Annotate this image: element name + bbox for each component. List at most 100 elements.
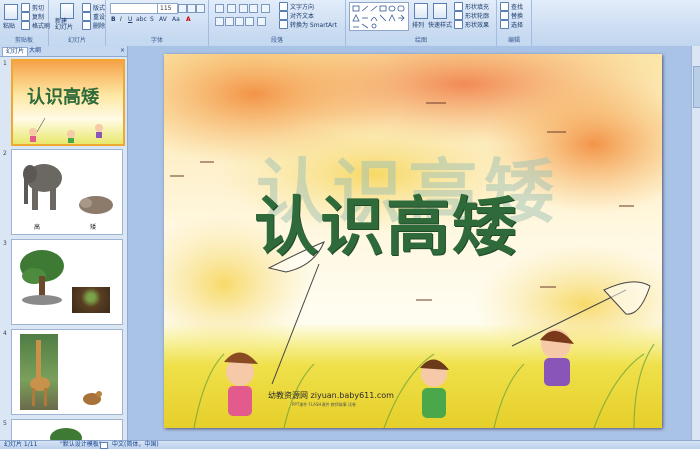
- shape-fill-button[interactable]: 形状填充: [454, 2, 489, 11]
- slide-number: 2: [3, 150, 7, 157]
- outline-icon: [454, 11, 463, 20]
- find-button[interactable]: 查找: [500, 2, 523, 11]
- paste-button[interactable]: 粘贴: [3, 21, 15, 30]
- watermark-text: 幼教资源网 ziyuan.baby611.com: [268, 391, 394, 400]
- hamster-icon: [79, 196, 113, 214]
- slide-thumbnail-4[interactable]: [11, 329, 123, 415]
- bold-button[interactable]: B: [111, 16, 116, 23]
- format-painter-button[interactable]: 格式刷: [21, 21, 50, 30]
- font-label: 字体: [106, 37, 208, 45]
- arrange-icon[interactable]: [414, 3, 428, 19]
- align-right-icon[interactable]: [235, 17, 244, 26]
- current-slide[interactable]: 认识高矮 认识高矮 幼教资源网 ziyuan.baby611.com PPT课件…: [164, 54, 662, 428]
- align-text-icon: [279, 11, 288, 20]
- align-center-icon[interactable]: [225, 17, 234, 26]
- delete-button[interactable]: 删除: [82, 21, 105, 30]
- brush-icon: [21, 21, 30, 30]
- slide-thumbnail-1[interactable]: 认识高矮: [11, 59, 125, 146]
- decrease-indent-icon[interactable]: [239, 4, 248, 13]
- font-color-button[interactable]: A: [186, 16, 191, 23]
- clipboard-group: 粘贴 剪切 复制 格式刷 剪贴板: [0, 0, 50, 46]
- elephant-icon: [23, 164, 62, 210]
- replace-icon: [500, 11, 509, 20]
- shape-effects-button[interactable]: 形状效果: [454, 20, 489, 29]
- thumb-title: 认识高矮: [27, 87, 99, 108]
- quick-styles-button[interactable]: 快速样式: [428, 20, 452, 29]
- text-direction-icon: [279, 2, 288, 11]
- spelling-icon[interactable]: [100, 442, 108, 449]
- shrink-font-icon[interactable]: [187, 4, 196, 13]
- columns-icon[interactable]: [257, 17, 266, 26]
- bullets-icon[interactable]: [215, 4, 224, 13]
- slides-panel: 幻灯片 大纲 × 1 认识高矮 2 高 矮 3 4 5: [0, 46, 128, 443]
- shapes-icon: [352, 5, 405, 29]
- drawing-group: 排列 快速样式 形状填充 形状轮廓 形状效果 绘图: [346, 0, 497, 46]
- smartart-icon: [279, 20, 288, 29]
- binoculars-icon: [500, 2, 509, 11]
- tab-slides[interactable]: 幻灯片: [2, 47, 29, 56]
- slide-thumbnail-2[interactable]: 高 矮: [11, 149, 123, 235]
- editing-group: 查找 替换 选择 编辑: [497, 0, 532, 46]
- watermark-subtext: PPT课件 FLASH课件 教师故事 试卷: [292, 402, 356, 407]
- scroll-thumb[interactable]: [693, 66, 700, 108]
- font-name-box[interactable]: [110, 3, 158, 14]
- arrange-button[interactable]: 排列: [412, 20, 424, 29]
- delete-icon: [82, 21, 91, 30]
- label-tall: 高: [34, 224, 41, 231]
- new-slide-icon[interactable]: [60, 3, 74, 19]
- reset-icon: [82, 12, 91, 21]
- font-group: 115 B I U abc S AV Aa A 字体: [106, 0, 209, 46]
- line-spacing-icon[interactable]: [261, 4, 270, 13]
- smartart-button[interactable]: 转换为 SmartArt: [279, 20, 337, 29]
- copy-button[interactable]: 复制: [21, 12, 44, 21]
- thumb-kids-illustration: [29, 117, 103, 143]
- panel-close-icon[interactable]: ×: [117, 47, 128, 55]
- reset-button[interactable]: 重设: [82, 12, 105, 21]
- select-icon: [500, 20, 509, 29]
- shapes-gallery[interactable]: [349, 2, 409, 31]
- text-direction-button[interactable]: 文字方向: [279, 2, 314, 11]
- grow-font-icon[interactable]: [178, 4, 187, 13]
- slide-number: 5: [3, 420, 7, 427]
- change-case-button[interactable]: Aa: [172, 16, 180, 23]
- tree-icon: [20, 250, 64, 305]
- layout-button[interactable]: 版式: [82, 3, 105, 12]
- vertical-scrollbar[interactable]: [691, 46, 700, 441]
- align-left-icon[interactable]: [215, 17, 224, 26]
- giraffe-icon: [30, 340, 50, 406]
- slide-count: 幻灯片 1/11: [4, 441, 38, 448]
- underline-button[interactable]: U: [128, 16, 132, 23]
- scissors-icon: [21, 3, 30, 12]
- drawing-label: 绘图: [346, 37, 496, 45]
- shadow-button[interactable]: S: [150, 16, 154, 23]
- slides-group: 新建 幻灯片 版式 重设 删除 幻灯片: [49, 0, 106, 46]
- strike-button[interactable]: abc: [136, 16, 147, 23]
- quick-styles-icon[interactable]: [433, 3, 447, 19]
- status-bar: 幻灯片 1/11 "默认设计模板" 中文(简体，中国): [0, 440, 700, 449]
- slide-thumbnail-3[interactable]: [11, 239, 123, 325]
- paragraph-label: 段落: [209, 37, 345, 45]
- paste-icon[interactable]: [4, 4, 18, 20]
- justify-icon[interactable]: [245, 17, 254, 26]
- ribbon: 粘贴 剪切 复制 格式刷 剪贴板 新建 幻灯片 版式 重设 删除 幻灯片 115…: [0, 0, 700, 47]
- panel-tabs: 幻灯片 大纲 ×: [0, 46, 127, 57]
- sprout-photo: [72, 287, 110, 313]
- tab-outline[interactable]: 大纲: [26, 47, 44, 55]
- shape-outline-button[interactable]: 形状轮廓: [454, 11, 489, 20]
- slides-label: 幻灯片: [49, 37, 105, 45]
- font-size-box[interactable]: 115: [157, 3, 178, 14]
- char-spacing-button[interactable]: AV: [159, 16, 167, 23]
- italic-button[interactable]: I: [120, 16, 122, 23]
- replace-button[interactable]: 替换: [500, 11, 523, 20]
- align-text-button[interactable]: 对齐文本: [279, 11, 314, 20]
- cut-button[interactable]: 剪切: [21, 3, 44, 12]
- new-slide-button[interactable]: 新建 幻灯片: [55, 19, 73, 31]
- slide-title[interactable]: 认识高矮: [254, 176, 518, 268]
- layout-icon: [82, 3, 91, 12]
- numbering-icon[interactable]: [227, 4, 236, 13]
- increase-indent-icon[interactable]: [249, 4, 258, 13]
- slide-number: 4: [3, 330, 7, 337]
- clear-format-icon[interactable]: [196, 4, 205, 13]
- copy-icon: [21, 12, 30, 21]
- select-button[interactable]: 选择: [500, 20, 523, 29]
